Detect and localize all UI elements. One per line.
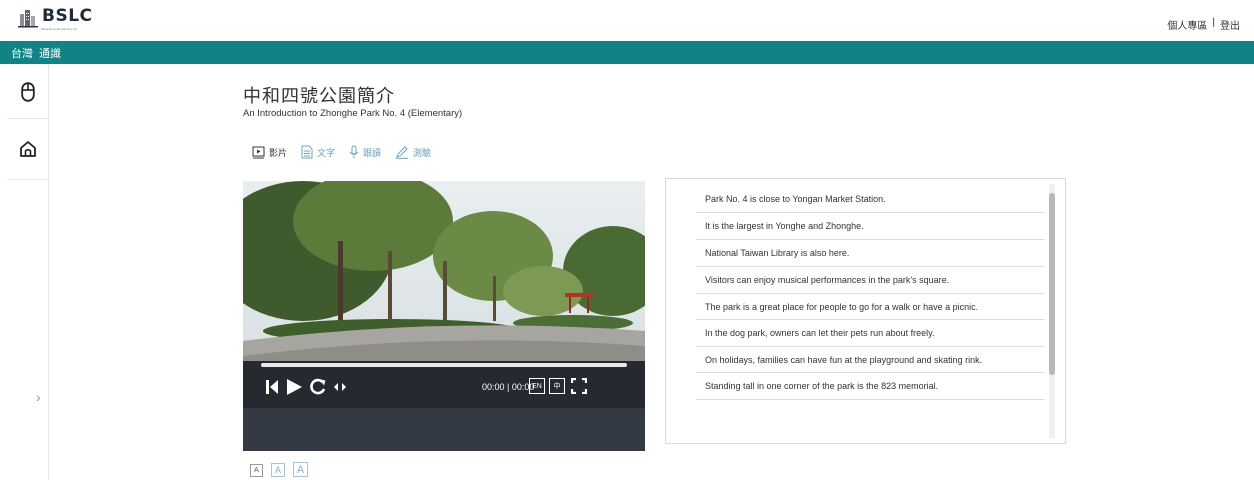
- tab-text[interactable]: 文字: [301, 145, 335, 159]
- font-size-controls: A A A: [250, 462, 308, 477]
- tab-text-label: 文字: [317, 147, 336, 158]
- sentence-item-3[interactable]: National Taiwan Library is also here.: [696, 240, 1045, 267]
- logout-link[interactable]: 登出: [1220, 17, 1240, 32]
- logo-subtitle: bilingual smart learning city: [41, 27, 78, 31]
- bslc-logo[interactable]: BSLC bilingual smart learning city: [18, 6, 93, 31]
- sentence-item-6[interactable]: In the dog park, owners can let their pe…: [696, 320, 1045, 347]
- playback-controls: [265, 378, 347, 396]
- building-logo-icon: [18, 10, 38, 28]
- tab-read-along[interactable]: 跟讀: [349, 145, 381, 159]
- playback-time: 00:00 | 00:00: [482, 382, 535, 392]
- scrollbar-thumb[interactable]: [1049, 193, 1055, 375]
- play-icon[interactable]: [285, 378, 303, 396]
- sentence-item-5[interactable]: The park is a great place for people to …: [696, 294, 1045, 320]
- progress-bar[interactable]: [261, 363, 627, 367]
- breadcrumb-nav: 台灣 通識: [0, 41, 1254, 64]
- sentence-item-7[interactable]: On holidays, families can have fun at th…: [696, 347, 1045, 373]
- font-size-medium-button[interactable]: A: [271, 463, 285, 477]
- tab-video[interactable]: 影片: [252, 145, 287, 159]
- sentence-list: Park No. 4 is close to Yongan Market Sta…: [696, 186, 1045, 400]
- lesson-title: 中和四號公園簡介: [243, 86, 395, 106]
- replay-icon[interactable]: [309, 378, 327, 396]
- sidebar-home-button[interactable]: [7, 118, 49, 180]
- pencil-icon: [396, 145, 409, 159]
- skip-back-icon[interactable]: [265, 379, 279, 395]
- sentence-item-1[interactable]: Park No. 4 is close to Yongan Market Sta…: [696, 186, 1045, 213]
- nav-item-general[interactable]: 通識: [39, 45, 61, 61]
- mouse-icon: [21, 82, 35, 102]
- sidebar-expand-icon[interactable]: ›: [36, 389, 41, 405]
- user-links: 個人專區 | 登出: [1167, 17, 1240, 32]
- video-icon: [252, 146, 265, 158]
- tab-quiz[interactable]: 測驗: [395, 145, 431, 159]
- mode-tabs: 影片 文字 跟讀 測驗: [252, 145, 431, 159]
- video-player[interactable]: 00:00 | 00:00 EN 中: [243, 181, 645, 451]
- top-header: BSLC bilingual smart learning city 個人專區 …: [0, 0, 1254, 41]
- sentence-item-2[interactable]: It is the largest in Yonghe and Zhonghe.: [696, 213, 1045, 240]
- link-separator: |: [1212, 17, 1215, 28]
- font-size-small-button[interactable]: A: [250, 464, 263, 477]
- audio-direction-icon[interactable]: [333, 382, 347, 392]
- personal-area-link[interactable]: 個人專區: [1167, 17, 1207, 32]
- chinese-subtitle-toggle[interactable]: 中: [549, 378, 565, 394]
- sentence-item-4[interactable]: Visitors can enjoy musical performances …: [696, 267, 1045, 294]
- english-subtitle-toggle[interactable]: EN: [529, 378, 545, 394]
- microphone-icon: [349, 145, 359, 158]
- logo-text: BSLC: [42, 6, 93, 26]
- font-size-large-button[interactable]: A: [293, 462, 308, 477]
- document-icon: [301, 145, 313, 159]
- home-icon: [20, 141, 36, 157]
- tab-video-label: 影片: [269, 147, 288, 158]
- sentence-list-panel: Park No. 4 is close to Yongan Market Sta…: [665, 178, 1066, 444]
- sidebar-mouse-button[interactable]: [7, 68, 49, 116]
- fullscreen-icon[interactable]: [571, 378, 587, 394]
- nav-item-taiwan[interactable]: 台灣: [11, 45, 33, 61]
- left-sidebar: ›: [7, 64, 49, 480]
- lesson-subtitle: An Introduction to Zhonghe Park No. 4 (E…: [243, 108, 463, 119]
- tab-read-along-label: 跟讀: [363, 147, 382, 158]
- video-frame-park-scene: [243, 181, 645, 361]
- sentence-item-8[interactable]: Standing tall in one corner of the park …: [696, 373, 1045, 400]
- tab-quiz-label: 測驗: [413, 147, 432, 158]
